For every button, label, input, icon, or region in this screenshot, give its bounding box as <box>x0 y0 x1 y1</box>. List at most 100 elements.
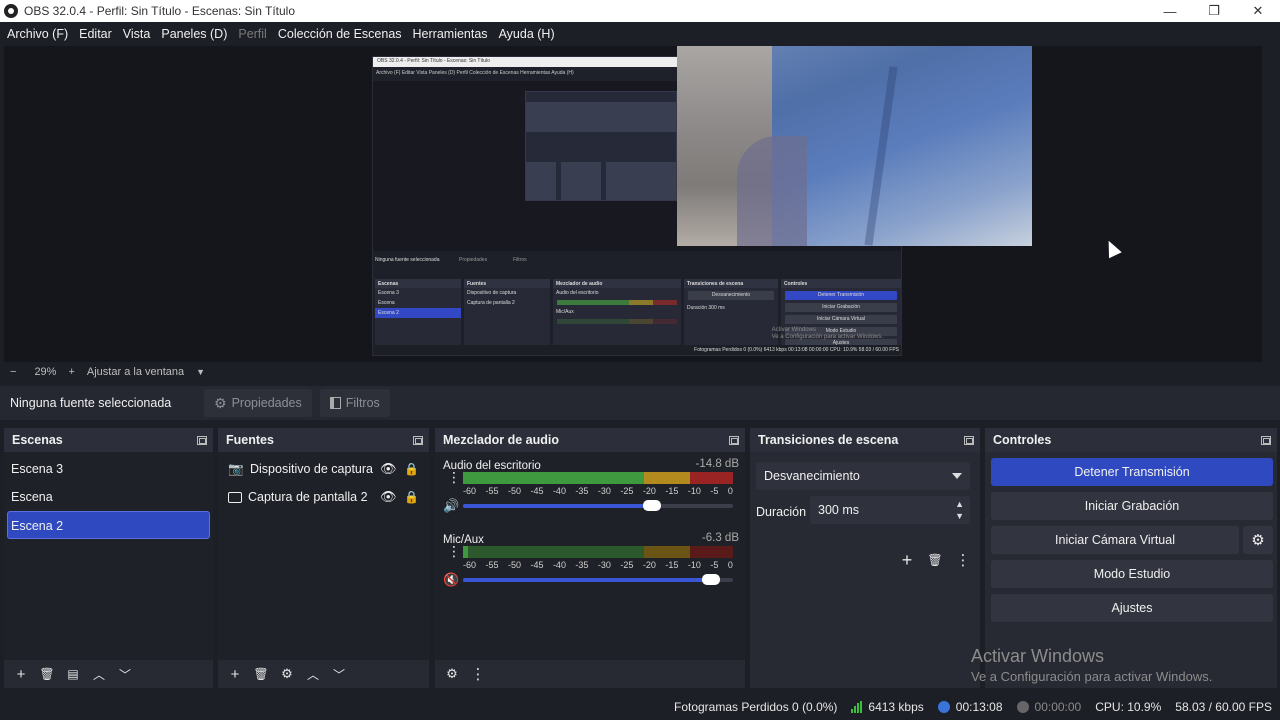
undock-icon[interactable] <box>413 435 423 445</box>
channel-db: -6.3 dB <box>701 532 739 544</box>
undock-icon[interactable] <box>1261 435 1271 445</box>
menu-archivo[interactable]: Archivo (F) <box>3 27 73 41</box>
source-item[interactable]: 📷 Dispositivo de captura 👁 🔒 <box>218 455 429 483</box>
camera-icon: 📷 <box>228 461 244 476</box>
volume-slider-knob[interactable] <box>643 500 661 511</box>
meter-tick-label: -55 <box>485 486 499 496</box>
source-item[interactable]: Captura de pantalla 2 👁 🔒 <box>218 483 429 511</box>
start-virtual-camera-button[interactable]: Iniciar Cámara Virtual <box>991 526 1239 554</box>
filters-button[interactable]: Filtros <box>319 389 390 417</box>
mixer-channel: Audio del escritorio -14.8 dB ⋮ -60 -55 -5… <box>435 452 745 526</box>
menu-coleccion-escenas[interactable]: Colección de Escenas <box>274 27 407 41</box>
window-title: OBS 32.0.4 - Perfil: Sin Título - Escena… <box>24 4 296 18</box>
more-options-icon[interactable]: ⋮ <box>950 548 976 572</box>
zoom-out-button[interactable]: − <box>4 366 22 378</box>
meter-tick-label: -45 <box>530 560 544 570</box>
trash-icon[interactable]: 🗑 <box>34 662 60 686</box>
nested-controls-title: Controles <box>781 279 901 288</box>
menu-perfil[interactable]: Perfil <box>234 27 271 41</box>
undock-icon[interactable] <box>729 435 739 445</box>
controls-dock-header: Controles <box>985 428 1277 452</box>
nested-scenes-title: Escenas <box>375 279 461 288</box>
mixer-body: Audio del escritorio -14.8 dB ⋮ -60 -55 -5… <box>435 452 745 662</box>
lock-icon[interactable]: 🔒 <box>404 462 419 476</box>
meter-tick-label: -20 <box>642 560 656 570</box>
studio-mode-button[interactable]: Modo Estudio <box>991 560 1273 588</box>
menu-bar: Archivo (F) Editar Vista Paneles (D) Per… <box>0 22 1280 46</box>
nested-mixer-title: Mezclador de audio <box>553 279 681 288</box>
meter-tick-label: -55 <box>485 560 499 570</box>
properties-button[interactable]: ⚙ Propiedades <box>204 389 312 417</box>
mixer-channel: Mic/Aux -6.3 dB ⋮ -60 -55 -50 -45 -40 -35 -30-… <box>435 526 745 600</box>
filter-icon[interactable]: ▤ <box>60 662 86 686</box>
sources-list: 📷 Dispositivo de captura 👁 🔒 Captura de … <box>218 452 429 662</box>
more-options-icon[interactable]: ⋮ <box>465 662 491 686</box>
menu-ayuda[interactable]: Ayuda (H) <box>495 27 560 41</box>
trash-icon[interactable]: 🗑 <box>248 662 274 686</box>
gear-icon[interactable]: ⚙ <box>274 662 300 686</box>
menu-vista[interactable]: Vista <box>119 27 156 41</box>
menu-editar[interactable]: Editar <box>75 27 117 41</box>
move-up-icon[interactable]: ︿ <box>300 662 326 686</box>
settings-button[interactable]: Ajustes <box>991 594 1273 622</box>
stream-time: 00:13:08 <box>955 700 1003 714</box>
zoom-dropdown-icon[interactable]: ▼ <box>190 367 211 377</box>
duration-spinner-icon[interactable]: ▲ ▼ <box>955 498 964 522</box>
more-options-icon[interactable]: ⋮ <box>447 470 461 484</box>
meter-tick-label: 0 <box>727 560 733 570</box>
scene-item[interactable]: Escena <box>4 483 213 511</box>
stop-stream-button[interactable]: Detener Transmisión <box>991 458 1273 486</box>
nested-meter <box>557 319 677 324</box>
duration-input[interactable]: 300 ms ▲ ▼ <box>810 496 970 524</box>
meter-tick-label: -50 <box>507 560 521 570</box>
speaker-muted-icon[interactable]: 🔇 <box>443 572 459 588</box>
eye-icon[interactable]: 👁 <box>380 461 397 477</box>
volume-slider[interactable] <box>463 500 733 511</box>
watermark-line1: Activar Windows <box>971 646 1105 666</box>
menu-herramientas[interactable]: Herramientas <box>409 27 493 41</box>
menu-paneles[interactable]: Paneles (D) <box>157 27 232 41</box>
streaming-icon <box>937 701 950 713</box>
nested-sources-title: Fuentes <box>464 279 550 288</box>
chevron-down-icon <box>952 473 962 479</box>
more-options-icon[interactable]: ⋮ <box>447 544 461 558</box>
move-down-icon[interactable]: ﹀ <box>112 662 138 686</box>
scenes-title: Escenas <box>12 433 63 447</box>
meter-tick-label: -5 <box>710 560 719 570</box>
scene-item-selected[interactable]: Escena 2 <box>7 511 210 539</box>
transition-select[interactable]: Desvanecimiento <box>756 462 970 490</box>
meter-tick-label: -10 <box>687 560 701 570</box>
volume-slider-knob[interactable] <box>702 574 721 585</box>
scene-item[interactable]: Escena 3 <box>4 455 213 483</box>
virtual-camera-settings-button[interactable]: ⚙ <box>1243 526 1273 554</box>
restore-button[interactable]: ❐ <box>1192 0 1236 22</box>
meter-tick-label: -30 <box>597 486 611 496</box>
preview-area[interactable]: OBS 32.0.4 - Perfil: Sin Título - Escena… <box>0 46 1280 362</box>
add-icon[interactable]: + <box>894 548 920 572</box>
controls-title: Controles <box>993 433 1052 447</box>
move-up-icon[interactable]: ︿ <box>86 662 112 686</box>
nested-watermark: Activar Windows Ve a Configuración para … <box>772 327 883 341</box>
volume-slider[interactable] <box>463 574 733 585</box>
meter-tick-label: -35 <box>575 560 589 570</box>
add-icon[interactable]: + <box>222 662 248 686</box>
scenes-dock-header: Escenas <box>4 428 213 452</box>
zoom-value: 29% <box>34 366 57 378</box>
speaker-icon[interactable]: 🔊 <box>443 498 459 514</box>
add-icon[interactable]: + <box>8 662 34 686</box>
advanced-audio-icon[interactable]: ⚙ <box>439 662 465 686</box>
trash-icon[interactable]: 🗑 <box>922 548 948 572</box>
nested-trans-select: Desvanecimiento <box>688 291 774 300</box>
zoom-in-button[interactable]: + <box>62 366 80 378</box>
undock-icon[interactable] <box>964 435 974 445</box>
close-button[interactable]: ✕ <box>1236 0 1280 22</box>
move-down-icon[interactable]: ﹀ <box>326 662 352 686</box>
minimize-button[interactable]: — <box>1148 0 1192 22</box>
lock-icon[interactable]: 🔒 <box>404 490 419 504</box>
meter-tick-label: -50 <box>507 486 521 496</box>
filters-label: Filtros <box>345 396 380 410</box>
undock-icon[interactable] <box>197 435 207 445</box>
preview-canvas[interactable]: OBS 32.0.4 - Perfil: Sin Título - Escena… <box>4 46 1262 362</box>
start-recording-button[interactable]: Iniciar Grabación <box>991 492 1273 520</box>
eye-icon[interactable]: 👁 <box>380 489 397 505</box>
